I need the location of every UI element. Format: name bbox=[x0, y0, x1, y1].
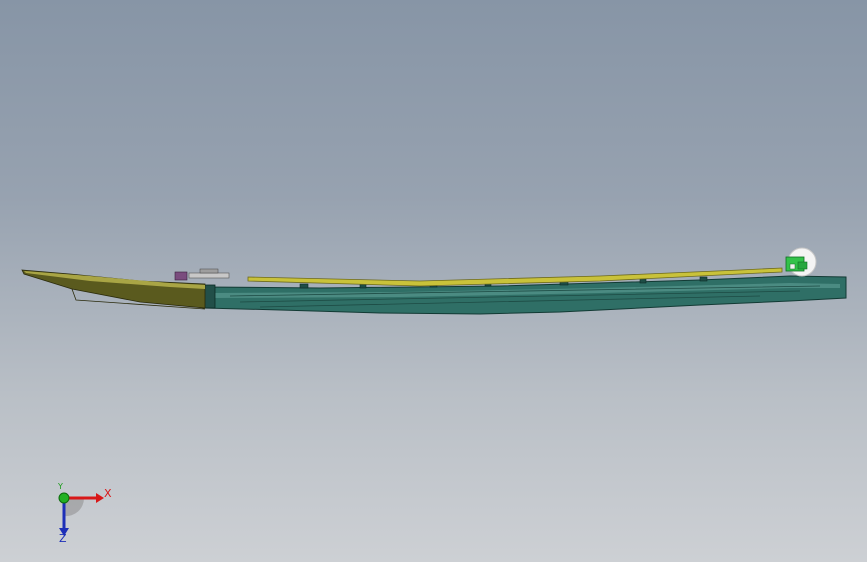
coordinate-triad: X Y Z bbox=[40, 478, 120, 548]
z-axis-label: Z bbox=[59, 532, 67, 545]
stern-equipment[interactable] bbox=[785, 256, 808, 272]
3d-model-view[interactable] bbox=[0, 0, 867, 562]
graphics-viewport[interactable]: X Y Z bbox=[0, 0, 867, 562]
cabin-equipment[interactable] bbox=[174, 268, 230, 281]
y-axis-dot bbox=[58, 492, 70, 504]
y-axis-label: Y bbox=[58, 482, 63, 491]
x-axis-label: X bbox=[104, 487, 112, 500]
x-axis-arrowhead bbox=[96, 493, 104, 503]
